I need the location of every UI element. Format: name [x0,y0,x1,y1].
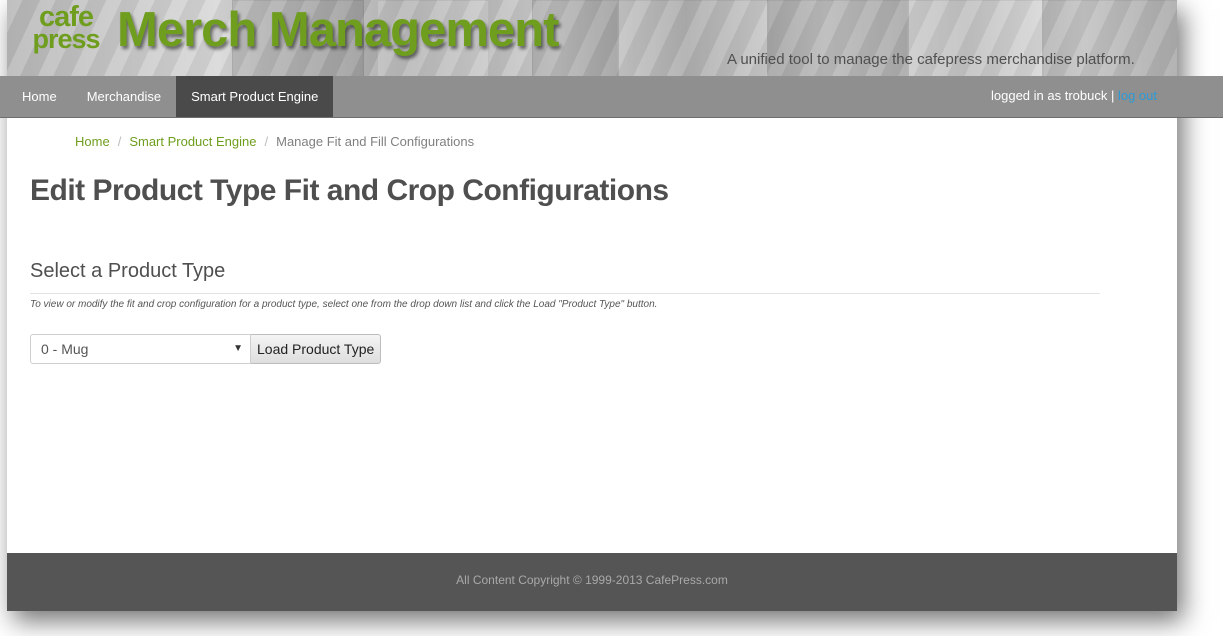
nav-menu: Home Merchandise Smart Product Engine [7,76,334,117]
instructions-text: To view or modify the fit and crop confi… [30,299,658,310]
breadcrumb: Home / Smart Product Engine / Manage Fit and… [75,134,474,149]
breadcrumb-current: Manage Fit and Fill Configurations [276,134,475,149]
user-status: logged in as trobuck | log out [991,76,1157,117]
cafepress-logo[interactable]: cafe press [27,3,105,54]
breadcrumb-separator: / [264,134,269,149]
load-product-type-button[interactable]: Load Product Type [250,334,382,364]
logged-in-text: logged in as trobuck | [990,88,1115,103]
section-title: Select a Product Type [30,260,226,282]
page-title: Edit Product Type Fit and Crop Configura… [30,174,669,207]
product-type-select[interactable]: 0 - Mug ▼ [30,334,251,364]
caret-down-icon: ▼ [233,343,243,354]
breadcrumb-home-link[interactable]: Home [75,134,110,149]
logo-line-press: press [32,24,100,54]
app-title: Merch Management [117,3,559,57]
nav-item-merchandise[interactable]: Merchandise [72,76,176,117]
nav-item-home[interactable]: Home [7,76,72,117]
breadcrumb-separator: / [117,134,122,149]
top-navbar: Home Merchandise Smart Product Engine lo… [0,76,1223,118]
section-divider [30,293,1100,294]
header-banner: cafe press Merch Management A unified to… [7,0,1177,76]
page-footer: All Content Copyright © 1999-2013 CafePr… [7,553,1177,611]
product-type-form: 0 - Mug ▼ Load Product Type [30,334,382,364]
nav-item-smart-product-engine[interactable]: Smart Product Engine [176,76,334,117]
breadcrumb-smart-product-engine-link[interactable]: Smart Product Engine [129,134,256,149]
product-type-selected-value: 0 - Mug [41,341,89,357]
logout-link[interactable]: log out [1118,88,1157,103]
footer-copyright: All Content Copyright © 1999-2013 CafePr… [456,573,728,587]
app-tagline: A unified tool to manage the cafepress m… [727,51,1135,68]
